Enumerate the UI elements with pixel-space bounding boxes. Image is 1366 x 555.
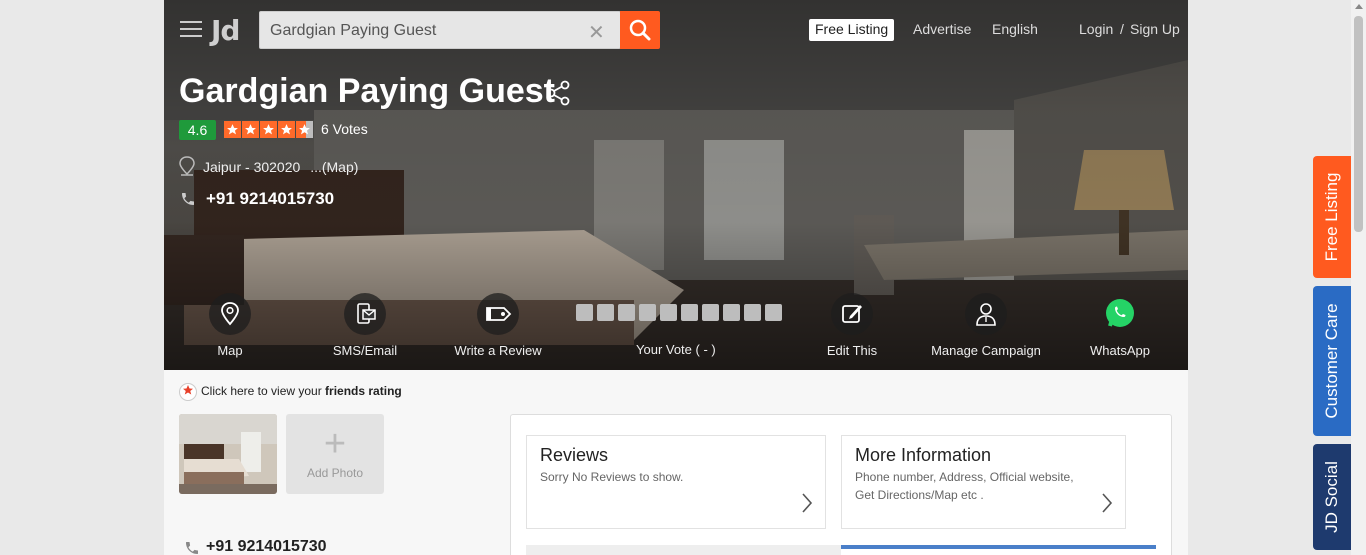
- bedroom-photo: [179, 414, 277, 494]
- votes-count[interactable]: 6 Votes: [321, 121, 368, 137]
- campaign-user-icon: [976, 303, 996, 326]
- half-star-icon: [296, 121, 313, 138]
- login-link[interactable]: Login: [1079, 21, 1113, 37]
- jd-logo[interactable]: Jd: [211, 14, 240, 47]
- clear-icon[interactable]: ✕: [588, 20, 605, 45]
- vote-box[interactable]: [597, 304, 614, 321]
- sms-email-action[interactable]: SMS/Email: [333, 293, 397, 358]
- manage-campaign-action-label: Manage Campaign: [931, 343, 1041, 358]
- whatsapp-action-label: WhatsApp: [1090, 343, 1150, 358]
- phone-number[interactable]: +91 9214015730: [206, 189, 334, 209]
- free-listing-button[interactable]: Free Listing: [809, 19, 895, 41]
- vote-box[interactable]: [618, 304, 635, 321]
- friends-rating-prefix: Click here to view your: [201, 384, 326, 399]
- search-button[interactable]: [620, 11, 660, 49]
- search-icon: [629, 19, 651, 41]
- side-tab-jd-social[interactable]: JD Social: [1313, 444, 1351, 550]
- signup-link[interactable]: Sign Up: [1130, 21, 1180, 37]
- sms-email-icon: [357, 303, 376, 324]
- scrollbar-thumb[interactable]: [1354, 16, 1363, 232]
- map-action[interactable]: Map: [209, 293, 251, 358]
- vote-box[interactable]: [639, 304, 656, 321]
- vote-box[interactable]: [660, 304, 677, 321]
- star-badge-icon: [179, 383, 197, 401]
- side-tab-jd-social-label: JD Social: [1322, 461, 1341, 533]
- phone-icon: [186, 542, 198, 554]
- friends-rating-link[interactable]: Click here to view your friends rating: [179, 383, 402, 401]
- address-text: Jaipur - 302020: [203, 159, 301, 175]
- plus-icon: +: [323, 423, 347, 465]
- advertise-link[interactable]: Advertise: [913, 21, 971, 37]
- rating-badge: 4.6: [179, 120, 216, 140]
- star-rating: [224, 121, 313, 138]
- friends-rating-bold: friends rating: [325, 384, 402, 399]
- location-pin-icon: [179, 156, 195, 176]
- your-vote-label: Your Vote ( - ): [636, 342, 716, 357]
- side-tab-customer-care-label: Customer Care: [1322, 303, 1341, 419]
- language-selector[interactable]: English: [992, 21, 1038, 37]
- map-link[interactable]: ...(Map): [310, 159, 358, 175]
- more-information-text: Phone number, Address, Official website,…: [855, 470, 1074, 502]
- vote-box[interactable]: [681, 304, 698, 321]
- tab-strip-left[interactable]: [526, 545, 841, 555]
- chevron-right-icon: [1102, 493, 1113, 513]
- star-icon: [242, 121, 259, 138]
- pen-review-icon: [486, 307, 512, 321]
- chevron-right-icon: [802, 493, 813, 513]
- page-scrollbar[interactable]: [1351, 0, 1366, 555]
- side-tab-customer-care[interactable]: Customer Care: [1313, 286, 1351, 436]
- side-tab-free-listing-label: Free Listing: [1322, 172, 1341, 262]
- write-review-action-label: Write a Review: [454, 343, 542, 358]
- star-icon: [278, 121, 295, 138]
- address: Jaipur - 302020 ...(Map): [203, 159, 358, 175]
- vote-box[interactable]: [723, 304, 740, 321]
- phone-icon: [182, 193, 194, 205]
- search-box: ✕: [259, 11, 621, 49]
- hero-banner: Jd ✕ Free Listing Advertise English Logi…: [164, 0, 1188, 370]
- star-icon: [260, 121, 277, 138]
- whatsapp-action[interactable]: WhatsApp: [1090, 293, 1150, 358]
- vote-selector: [576, 304, 782, 321]
- edit-action[interactable]: Edit This: [827, 293, 877, 358]
- vote-box[interactable]: [744, 304, 761, 321]
- tab-strip-active[interactable]: [841, 545, 1156, 549]
- page-title: Gardgian Paying Guest: [179, 72, 555, 110]
- share-icon[interactable]: [545, 80, 571, 106]
- edit-icon: [842, 305, 862, 323]
- phone-number-secondary[interactable]: +91 9214015730: [206, 538, 327, 555]
- reviews-card[interactable]: Reviews Sorry No Reviews to show.: [526, 435, 826, 529]
- add-photo-button[interactable]: + Add Photo: [286, 414, 384, 494]
- menu-icon[interactable]: [180, 21, 202, 37]
- scroll-up-arrow-icon[interactable]: [1355, 4, 1363, 9]
- add-photo-label: Add Photo: [306, 466, 364, 480]
- reviews-title: Reviews: [540, 445, 609, 465]
- side-tab-free-listing[interactable]: Free Listing: [1313, 156, 1351, 278]
- listing-photo-thumbnail[interactable]: [179, 414, 277, 494]
- page: Jd ✕ Free Listing Advertise English Logi…: [164, 0, 1188, 555]
- info-panel: Reviews Sorry No Reviews to show. More I…: [510, 414, 1172, 555]
- manage-campaign-action[interactable]: Manage Campaign: [931, 293, 1041, 358]
- search-input[interactable]: [270, 20, 570, 42]
- whatsapp-icon: [1106, 299, 1134, 327]
- edit-action-label: Edit This: [826, 343, 878, 358]
- login-separator: /: [1120, 21, 1124, 37]
- vote-box[interactable]: [576, 304, 593, 321]
- more-information-title: More Information: [855, 445, 992, 465]
- sms-email-action-label: SMS/Email: [332, 343, 398, 358]
- reviews-text: Sorry No Reviews to show.: [540, 470, 684, 484]
- map-pin-icon: [221, 302, 239, 326]
- vote-box[interactable]: [702, 304, 719, 321]
- star-icon: [224, 121, 241, 138]
- vote-box[interactable]: [765, 304, 782, 321]
- write-review-action[interactable]: Write a Review: [454, 293, 542, 358]
- more-information-card[interactable]: More Information Phone number, Address, …: [841, 435, 1126, 529]
- map-action-label: Map: [217, 343, 243, 358]
